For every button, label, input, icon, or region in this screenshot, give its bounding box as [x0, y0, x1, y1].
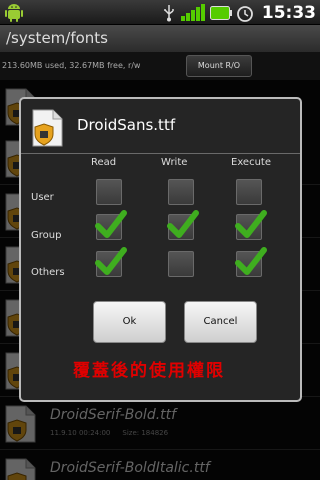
checkbox-others-write[interactable] — [168, 251, 194, 277]
file-lock-icon — [32, 109, 63, 147]
checkbox-others-execute[interactable] — [235, 247, 267, 277]
checkbox-group-read[interactable] — [95, 210, 127, 240]
row-others-label: Others — [31, 267, 65, 278]
permissions-dialog: DroidSans.ttf Read Write Execute User Gr… — [19, 97, 302, 402]
android-icon — [5, 4, 23, 22]
clock: 15:33 — [261, 2, 316, 23]
checkmark-icon — [95, 210, 127, 238]
mount-button[interactable]: Mount R/O — [186, 55, 252, 77]
usb-icon — [164, 4, 174, 21]
storage-info-bar: 213.60MB used, 32.67MB free, r/w Mount R… — [0, 52, 320, 80]
checkmark-icon — [95, 247, 127, 275]
path-bar: /system/fonts — [0, 25, 320, 52]
checkmark-icon — [167, 210, 199, 238]
ok-button[interactable]: Ok — [93, 301, 166, 343]
cancel-button[interactable]: Cancel — [184, 301, 257, 343]
column-write-label: Write — [161, 157, 188, 168]
dialog-title: DroidSans.ttf — [77, 116, 176, 134]
checkmark-icon — [235, 210, 267, 238]
checkbox-others-read[interactable] — [95, 247, 127, 277]
checkbox-group-execute[interactable] — [235, 210, 267, 240]
checkmark-icon — [235, 247, 267, 275]
signal-icon — [180, 3, 205, 21]
overlay-caption: 覆蓋後的使用權限 — [73, 361, 225, 381]
checkbox-user-execute[interactable] — [236, 179, 262, 205]
column-execute-label: Execute — [231, 157, 271, 168]
battery-icon — [209, 5, 232, 20]
status-bar: 15:33 — [0, 0, 320, 25]
checkbox-group-write[interactable] — [167, 210, 199, 240]
dialog-header: DroidSans.ttf — [21, 99, 300, 154]
storage-info: 213.60MB used, 32.67MB free, r/w — [2, 61, 141, 70]
column-read-label: Read — [91, 157, 117, 168]
alarm-icon — [236, 5, 253, 22]
checkbox-user-write[interactable] — [168, 179, 194, 205]
checkbox-user-read[interactable] — [96, 179, 122, 205]
row-user-label: User — [31, 192, 54, 203]
row-group-label: Group — [31, 230, 62, 241]
